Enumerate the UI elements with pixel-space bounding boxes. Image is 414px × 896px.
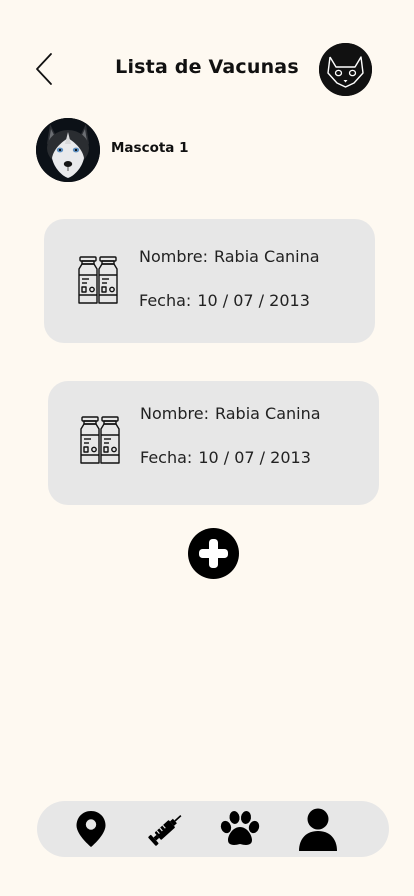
bottom-nav [37,801,389,857]
location-pin-icon [76,811,106,847]
vaccine-vials-icon [80,416,120,464]
vaccine-date: Fecha: 10 / 07 / 2013 [139,291,310,310]
nav-item-map[interactable] [68,807,114,851]
app-logo[interactable] [319,43,372,96]
pet-name[interactable]: Mascota 1 [111,140,189,156]
syringe-icon [148,815,182,846]
vaccine-date-value: 10 / 07 / 2013 [197,291,310,310]
cat-face-logo-icon [319,43,372,96]
user-icon [299,808,337,851]
vaccine-name-value: Rabia Canina [213,247,320,266]
vaccine-name: Nombre: Rabia Canina [140,404,321,423]
vaccine-name: Nombre: Rabia Canina [139,247,320,266]
vaccine-date-label: Fecha: [139,291,192,310]
paw-icon [220,811,260,845]
add-vaccine-button[interactable] [188,528,239,579]
nav-item-profile[interactable] [295,807,341,851]
pet-avatar[interactable] [36,118,100,182]
vaccine-date-label: Fecha: [140,448,193,467]
vaccine-name-value: Rabia Canina [214,404,321,423]
vaccine-card[interactable]: Nombre: Rabia Canina Fecha: 10 / 07 / 2013 [44,219,375,343]
vaccine-name-label: Nombre: [139,247,208,266]
vaccine-name-label: Nombre: [140,404,209,423]
nav-item-vaccines[interactable] [143,807,189,851]
vaccine-card[interactable]: Nombre: Rabia Canina Fecha: 10 / 07 / 2013 [48,381,379,505]
husky-photo [36,118,100,182]
vaccine-vials-icon [78,256,118,304]
plus-icon [199,539,228,568]
vaccine-date-value: 10 / 07 / 2013 [198,448,311,467]
nav-item-pets[interactable] [217,807,263,851]
vaccine-date: Fecha: 10 / 07 / 2013 [140,448,311,467]
